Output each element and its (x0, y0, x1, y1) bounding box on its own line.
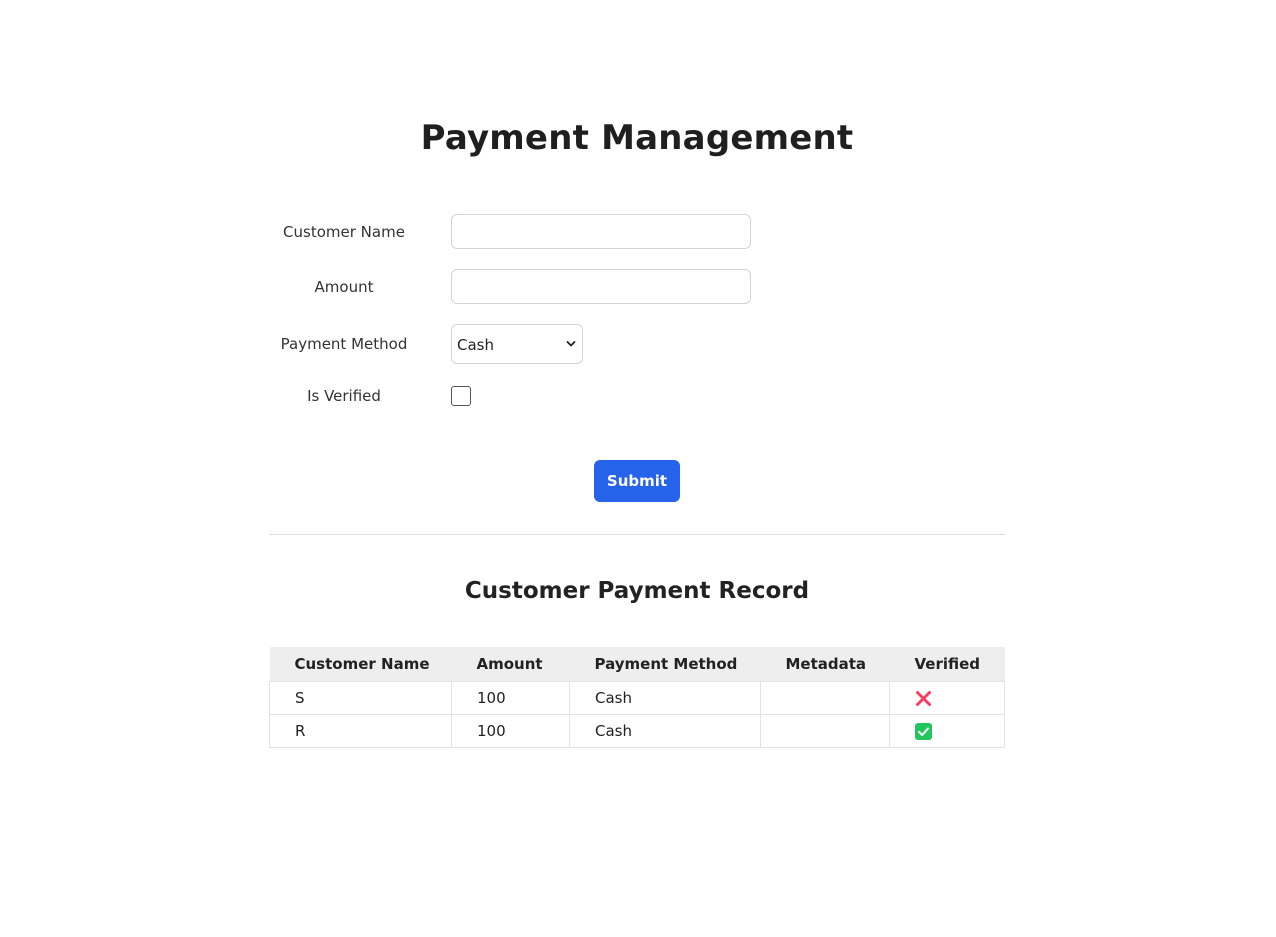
column-header-amount: Amount (451, 647, 570, 682)
cell-verified (889, 681, 1005, 715)
table-row: S 100 Cash (269, 681, 1005, 715)
payment-method-selected-value: Cash (457, 336, 494, 354)
cross-mark-icon (916, 691, 931, 706)
amount-label: Amount (314, 278, 374, 296)
amount-input[interactable] (451, 269, 751, 304)
cell-metadata (760, 681, 890, 715)
amount-row: Amount (269, 269, 1005, 305)
cell-customer-name: R (269, 714, 452, 748)
section-divider (269, 534, 1005, 535)
records-title: Customer Payment Record (464, 578, 810, 604)
column-header-metadata: Metadata (760, 647, 890, 682)
is-verified-label: Is Verified (307, 387, 381, 405)
cell-metadata (760, 714, 890, 748)
cell-payment-method: Cash (569, 681, 761, 715)
payment-records-table: Customer Name Amount Payment Method Meta… (269, 647, 1005, 748)
customer-name-label: Customer Name (283, 223, 405, 241)
cell-verified (889, 714, 1005, 748)
column-header-customer-name: Customer Name (269, 647, 452, 682)
payment-method-label: Payment Method (280, 335, 408, 353)
cell-amount: 100 (451, 681, 570, 715)
check-mark-icon (915, 723, 932, 740)
cell-customer-name: S (269, 681, 452, 715)
column-header-payment-method: Payment Method (569, 647, 761, 682)
is-verified-row: Is Verified (269, 378, 1005, 414)
column-header-verified: Verified (889, 647, 1005, 682)
table-header-row: Customer Name Amount Payment Method Meta… (269, 647, 1005, 682)
customer-name-row: Customer Name (269, 214, 1005, 250)
submit-button[interactable]: Submit (594, 460, 680, 502)
is-verified-checkbox[interactable] (451, 386, 471, 406)
payment-method-row: Payment Method Cash (269, 324, 1005, 364)
payment-method-select[interactable]: Cash (451, 324, 583, 364)
cell-amount: 100 (451, 714, 570, 748)
table-row: R 100 Cash (269, 714, 1005, 748)
chevron-down-icon (566, 341, 576, 347)
page-title: Payment Management (420, 118, 854, 158)
customer-name-input[interactable] (451, 214, 751, 249)
cell-payment-method: Cash (569, 714, 761, 748)
